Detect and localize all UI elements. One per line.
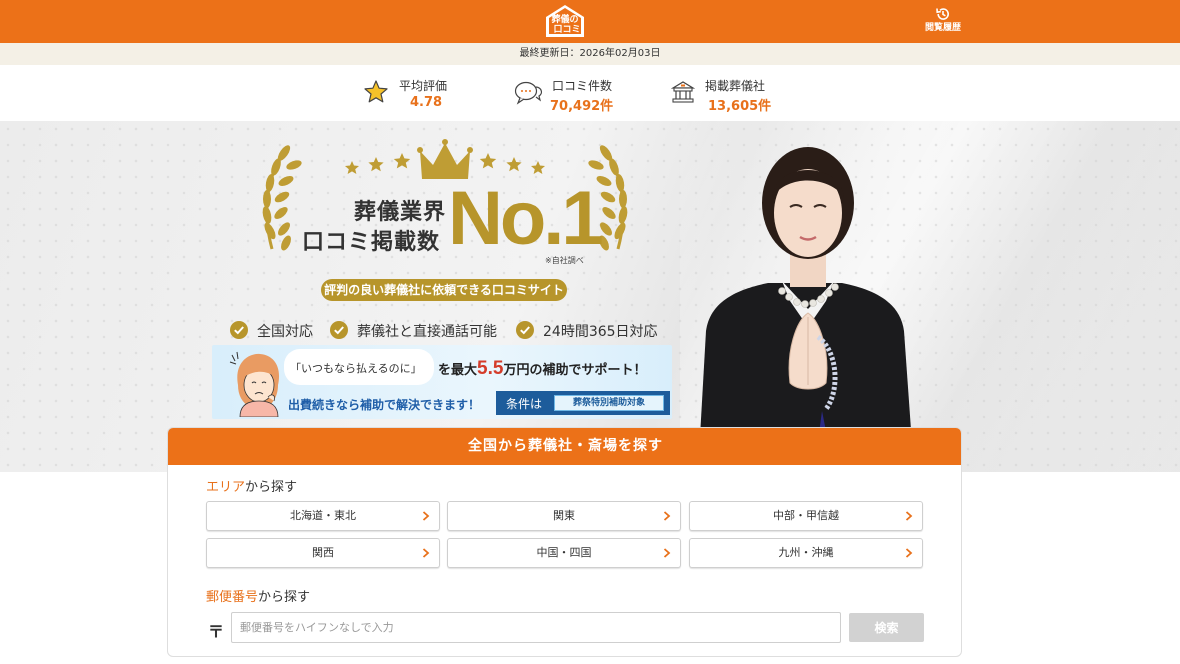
area-button-label: 中部・甲信越 xyxy=(773,509,839,522)
stat-label: 平均評価 xyxy=(399,79,448,93)
stat-value: 70,492件 xyxy=(550,99,614,114)
area-button-label: 関西 xyxy=(312,546,334,559)
hero-note: ※自社調べ xyxy=(545,256,584,265)
funeral-hall-icon xyxy=(671,81,695,103)
hero-line1: 葬儀業界 xyxy=(354,200,447,225)
chevron-right-icon xyxy=(422,548,430,558)
header-bar: 葬儀の 口コミ 閲覧履歴 xyxy=(0,0,1180,43)
stat-listed-companies: 掲載葬儀社 13,605件 xyxy=(671,75,791,115)
chevron-right-icon xyxy=(905,548,913,558)
condition-tag: 葬祭特別補助対象 xyxy=(554,395,664,411)
chevron-right-icon xyxy=(905,511,913,521)
area-button-kyushu-okinawa[interactable]: 九州・沖縄 xyxy=(689,538,923,568)
search-button[interactable]: 検索 xyxy=(849,613,924,642)
stat-review-count: 口コミ件数 70,492件 xyxy=(514,75,634,115)
chevron-right-icon xyxy=(663,511,671,521)
area-button-kanto[interactable]: 関東 xyxy=(447,501,681,531)
area-button-chubu-koshinetsu[interactable]: 中部・甲信越 xyxy=(689,501,923,531)
condition-label: 条件は xyxy=(506,397,543,411)
area-section-title: エリアから探す xyxy=(206,480,298,495)
hero-banner: 葬儀業界 口コミ掲載数 No.1 ※自社調べ 評判の良い葬儀社に依頼できる口コミ… xyxy=(0,121,1180,472)
star-icon xyxy=(364,80,388,103)
area-button-label: 北海道・東北 xyxy=(290,509,356,522)
area-button-label: 関東 xyxy=(553,509,575,522)
hero-line2: 口コミ掲載数 xyxy=(302,230,441,255)
last-updated: 最終更新日：2026年02月03日 xyxy=(0,43,1180,65)
stat-label: 口コミ件数 xyxy=(552,79,613,93)
history-label: 閲覧履歴 xyxy=(924,23,961,33)
staff-photo xyxy=(698,147,914,472)
worried-woman-illustration xyxy=(229,351,280,417)
postal-mark-icon: 〒 xyxy=(208,622,225,641)
subsidy-banner[interactable]: 「いつもなら払えるのに」 を最大5.5万円の補助でサポート！ 出費続きなら補助で… xyxy=(212,345,672,419)
postal-code-input[interactable] xyxy=(231,612,841,643)
banner-bubble-text: 「いつもなら払えるのに」 xyxy=(290,362,422,375)
stat-value: 4.78 xyxy=(410,95,443,110)
area-button-label: 中国・四国 xyxy=(536,546,592,559)
area-button-label: 九州・沖縄 xyxy=(778,546,834,559)
stat-average-rating: 平均評価 4.78 xyxy=(363,75,483,115)
check-circle-icon xyxy=(516,321,534,339)
condition-box: 条件は 葬祭特別補助対象 xyxy=(496,391,670,415)
subsidy-amount: 5.5 xyxy=(477,358,504,379)
check-circle-icon xyxy=(330,321,348,339)
stat-label: 掲載葬儀社 xyxy=(705,79,766,93)
speech-bubble-icon xyxy=(514,81,542,105)
logo-text-top: 葬儀の xyxy=(551,13,578,25)
area-button-chugoku-shikoku[interactable]: 中国・四国 xyxy=(447,538,681,568)
logo-text-bottom: 口コミ xyxy=(553,24,580,35)
feature-label: 全国対応 xyxy=(257,324,313,340)
search-panel-title: 全国から葬儀社・斎場を探す xyxy=(168,428,961,465)
search-panel: 全国から葬儀社・斎場を探す エリアから探す 北海道・東北 関東 中部・甲信越 関… xyxy=(167,427,962,657)
banner-headline: を最大5.5万円の補助でサポート！ xyxy=(438,358,647,379)
stats-bar: 平均評価 4.78 口コミ件数 70,492件 掲載葬儀社 13,605件 xyxy=(0,65,1180,121)
chevron-right-icon xyxy=(422,511,430,521)
feature-label: 24時間365日対応 xyxy=(543,324,658,340)
chevron-right-icon xyxy=(663,548,671,558)
history-icon xyxy=(936,8,949,20)
area-button-hokkaido-tohoku[interactable]: 北海道・東北 xyxy=(206,501,440,531)
site-logo[interactable]: 葬儀の 口コミ xyxy=(542,3,588,39)
banner-subtext: 出費続きなら補助で解決できます！ xyxy=(288,398,481,412)
area-button-kansai[interactable]: 関西 xyxy=(206,538,440,568)
history-button[interactable]: 閲覧履歴 xyxy=(918,6,968,38)
feature-label: 葬儀社と直接通話可能 xyxy=(357,324,497,340)
hero-no1: No.1 xyxy=(448,176,604,261)
stat-value: 13,605件 xyxy=(708,99,772,114)
hero-tagline-pill: 評判の良い葬儀社に依頼できる口コミサイト xyxy=(321,279,567,301)
check-circle-icon xyxy=(230,321,248,339)
postal-section-title: 郵便番号から探す xyxy=(206,590,311,605)
